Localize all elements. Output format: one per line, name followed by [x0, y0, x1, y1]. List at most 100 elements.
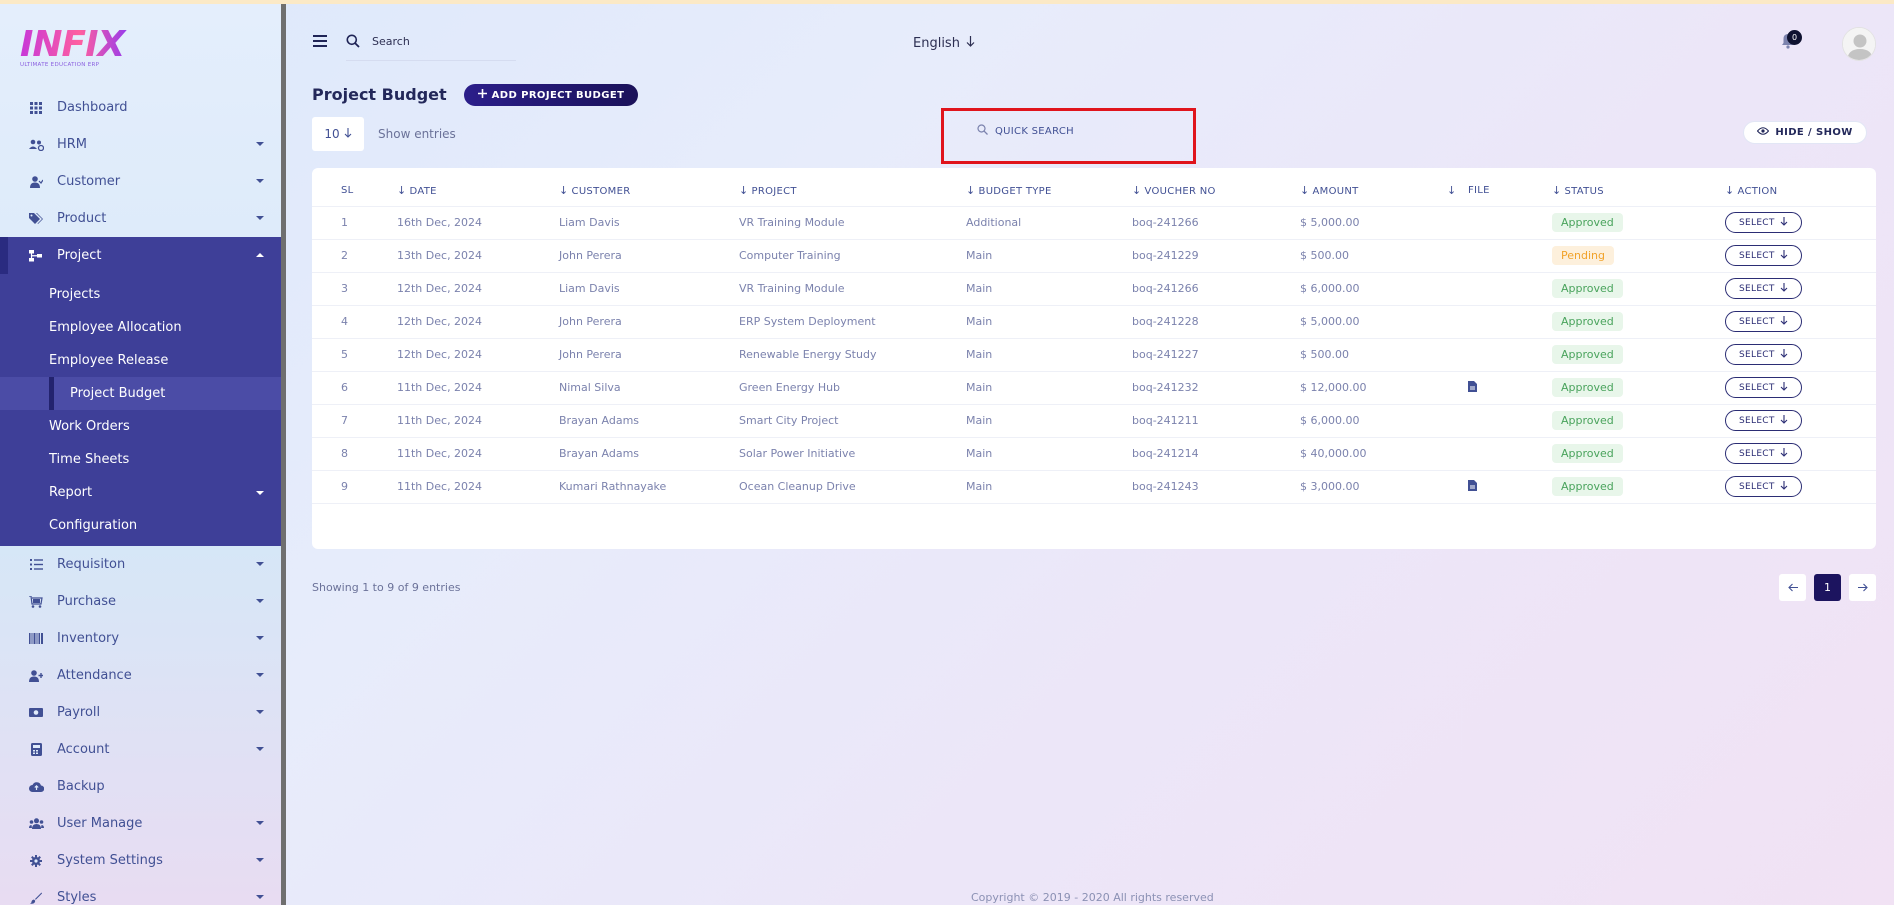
quick-search-input[interactable]: QUICK SEARCH	[977, 124, 1074, 138]
column-header-sl[interactable]: SL	[341, 176, 397, 206]
arrow-down-icon	[1780, 447, 1788, 460]
next-page-button[interactable]	[1849, 574, 1876, 601]
brand-logo[interactable]: INFIX ULTIMATE EDUCATION ERP	[20, 26, 140, 72]
sort-arrow-icon: ↓	[559, 184, 569, 198]
sidebar-item-system-settings[interactable]: System Settings	[0, 842, 281, 879]
sidebar-item-project[interactable]: Project	[0, 237, 281, 274]
column-header-unnamed[interactable]: ↓	[1447, 176, 1468, 206]
cell-empty	[1447, 403, 1468, 437]
sidebar-item-user-manage[interactable]: User Manage	[0, 805, 281, 842]
cell-project: VR Training Module	[739, 205, 966, 239]
status-badge: Approved	[1552, 477, 1623, 496]
select-action-button[interactable]: SELECT	[1725, 344, 1802, 365]
user-plus-icon	[28, 668, 44, 684]
cell-voucher-no: boq-241229	[1132, 238, 1300, 272]
previous-page-button[interactable]	[1779, 574, 1806, 601]
cell-amount: $ 500.00	[1300, 238, 1447, 272]
select-label: SELECT	[1739, 250, 1775, 261]
table-row[interactable]: 4 12th Dec, 2024 John Perera ERP System Dep…	[312, 304, 1876, 338]
column-header-voucher-no[interactable]: ↓ VOUCHER NO	[1132, 176, 1300, 206]
sort-arrow-icon: ↓	[397, 184, 407, 198]
sidebar-item-purchase[interactable]: Purchase	[0, 583, 281, 620]
submenu-item-configuration[interactable]: Configuration	[0, 509, 281, 542]
page-button-current[interactable]: 1	[1814, 574, 1841, 601]
cell-budget-type: Main	[966, 337, 1132, 371]
table-row[interactable]: 7 11th Dec, 2024 Brayan Adams Smart City Pr…	[312, 403, 1876, 437]
table-row[interactable]: 1 16th Dec, 2024 Liam Davis VR Training Mod…	[312, 205, 1876, 239]
avatar[interactable]	[1842, 27, 1876, 61]
column-header-amount[interactable]: ↓ AMOUNT	[1300, 176, 1447, 206]
sidebar-item-dashboard[interactable]: Dashboard	[0, 89, 281, 126]
column-header-status[interactable]: ↓ STATUS	[1552, 176, 1725, 206]
select-action-button[interactable]: SELECT	[1725, 311, 1802, 332]
sidebar-scrollbar[interactable]	[281, 4, 286, 905]
submenu-item-work-orders[interactable]: Work Orders	[0, 410, 281, 443]
entries-per-page-select[interactable]: 10	[312, 117, 364, 151]
select-action-button[interactable]: SELECT	[1725, 245, 1802, 266]
quick-search-placeholder: QUICK SEARCH	[995, 125, 1074, 137]
table-row[interactable]: 6 11th Dec, 2024 Nimal Silva Green Energy H…	[312, 370, 1876, 404]
cell-project: ERP System Deployment	[739, 304, 966, 338]
search-icon[interactable]	[346, 33, 360, 52]
cell-project: Solar Power Initiative	[739, 436, 966, 470]
select-action-button[interactable]: SELECT	[1725, 443, 1802, 464]
chevron-down-icon	[256, 491, 264, 495]
sidebar-item-attendance[interactable]: Attendance	[0, 657, 281, 694]
select-action-button[interactable]: SELECT	[1725, 377, 1802, 398]
sidebar-item-hrm[interactable]: HRM	[0, 126, 281, 163]
cell-status: Approved	[1552, 304, 1725, 338]
select-action-button[interactable]: SELECT	[1725, 278, 1802, 299]
sidebar-item-account[interactable]: Account	[0, 731, 281, 768]
sidebar-item-customer[interactable]: Customer	[0, 163, 281, 200]
cell-voucher-no: boq-241211	[1132, 403, 1300, 437]
table-row[interactable]: 8 11th Dec, 2024 Brayan Adams Solar Power I…	[312, 436, 1876, 470]
column-header-action[interactable]: ↓ ACTION	[1725, 176, 1876, 206]
tags-icon	[28, 211, 44, 227]
cell-amount: $ 40,000.00	[1300, 436, 1447, 470]
table-row[interactable]: 9 11th Dec, 2024 Kumari Rathnayake Ocean Cl…	[312, 469, 1876, 504]
hide-show-columns-button[interactable]: HIDE / SHOW	[1743, 121, 1867, 144]
cell-status: Approved	[1552, 469, 1725, 504]
sidebar-item-styles[interactable]: Styles	[0, 879, 281, 905]
file-icon[interactable]	[1468, 479, 1477, 494]
submenu-item-project-budget[interactable]: Project Budget	[0, 377, 281, 410]
select-action-button[interactable]: SELECT	[1725, 476, 1802, 497]
cell-budget-type: Main	[966, 370, 1132, 404]
column-header-date[interactable]: ↓ DATE	[397, 176, 559, 206]
column-header-project[interactable]: ↓ PROJECT	[739, 176, 966, 206]
sidebar-item-requisition[interactable]: Requisiton	[0, 546, 281, 583]
sidebar-item-inventory[interactable]: Inventory	[0, 620, 281, 657]
sidebar-item-product[interactable]: Product	[0, 200, 281, 237]
table-header-row: SL ↓ DATE ↓ CUSTOMER ↓ PROJECT ↓ BUDGET TYPE…	[312, 176, 1876, 206]
table-row[interactable]: 2 13th Dec, 2024 John Perera Computer Train…	[312, 238, 1876, 272]
select-action-button[interactable]: SELECT	[1725, 410, 1802, 431]
cell-status: Approved	[1552, 436, 1725, 470]
add-project-budget-button[interactable]: ADD PROJECT BUDGET	[464, 84, 638, 106]
table-row[interactable]: 3 12th Dec, 2024 Liam Davis VR Training Mod…	[312, 271, 1876, 305]
cell-customer: John Perera	[559, 304, 739, 338]
submenu-item-time-sheets[interactable]: Time Sheets	[0, 443, 281, 476]
cell-file	[1468, 370, 1552, 404]
select-label: SELECT	[1739, 349, 1775, 360]
sidebar-item-payroll[interactable]: Payroll	[0, 694, 281, 731]
cell-action: SELECT	[1725, 403, 1876, 437]
cell-project: Renewable Energy Study	[739, 337, 966, 371]
submenu-item-employee-allocation[interactable]: Employee Allocation	[0, 311, 281, 344]
menu-toggle-icon[interactable]	[313, 35, 327, 47]
file-icon[interactable]	[1468, 380, 1477, 395]
header-search-input[interactable]: Search	[372, 35, 410, 48]
column-header-budget-type[interactable]: ↓ BUDGET TYPE	[966, 176, 1132, 206]
language-select[interactable]: English	[913, 36, 975, 51]
footer-copyright: Copyright © 2019 - 2020 All rights reser…	[971, 891, 1214, 904]
cell-empty	[1447, 337, 1468, 371]
sidebar-item-backup[interactable]: Backup	[0, 768, 281, 805]
table-row[interactable]: 5 12th Dec, 2024 John Perera Renewable Ener…	[312, 337, 1876, 371]
select-action-button[interactable]: SELECT	[1725, 212, 1802, 233]
table-body: 1 16th Dec, 2024 Liam Davis VR Training Mod…	[312, 205, 1876, 504]
submenu-item-projects[interactable]: Projects	[0, 278, 281, 311]
submenu-item-report[interactable]: Report	[0, 476, 281, 509]
column-header-customer[interactable]: ↓ CUSTOMER	[559, 176, 739, 206]
column-header-file[interactable]: FILE	[1468, 176, 1552, 206]
dashboard-icon	[28, 100, 44, 116]
submenu-item-employee-release[interactable]: Employee Release	[0, 344, 281, 377]
